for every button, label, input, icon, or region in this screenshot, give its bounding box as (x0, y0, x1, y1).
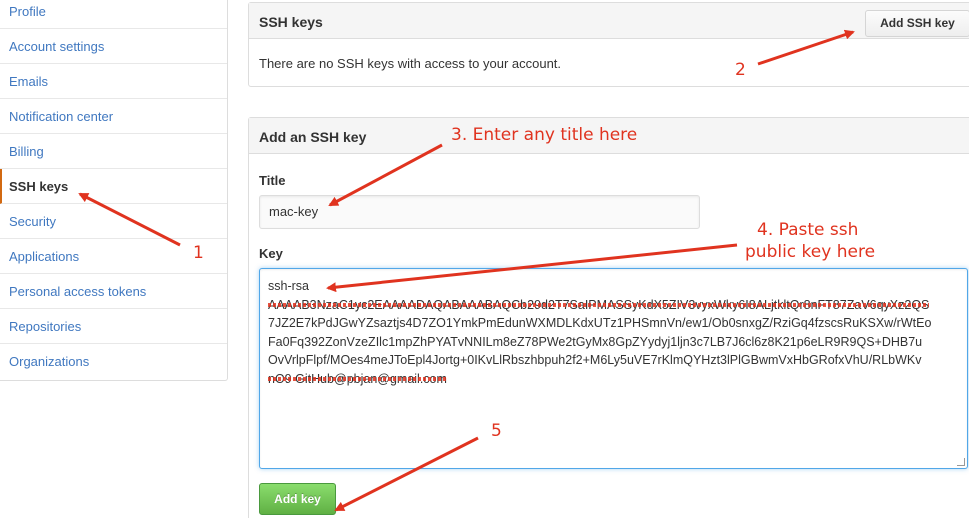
key-textarea[interactable]: ssh-rsa AAAAB3NzaC1yc2EAAAADAQABAAABAQCb… (259, 268, 968, 469)
redacted-text: AAAAB3NzaC1yc2EAAAADAQABAAABAQCb29d2T7Sa… (268, 296, 930, 315)
annotation-step4-line2: public key here (745, 242, 876, 262)
key-line: ssh-rsa (268, 279, 309, 293)
resize-handle-icon[interactable] (957, 458, 965, 466)
sidebar-item-notification-center[interactable]: Notification center (0, 99, 227, 134)
annotation-step1: 1 (193, 243, 204, 263)
ssh-keys-panel: SSH keys Add SSH key There are no SSH ke… (248, 2, 969, 87)
key-line: AAAAB3NzaC1yc2EAAAADAQABAAABAQCb29d2T7Sa… (268, 296, 959, 315)
add-key-button[interactable]: Add key (259, 483, 336, 515)
sidebar-item-organizations[interactable]: Organizations (0, 344, 227, 379)
key-line: 7JZ2E7kPdJGwYZsaztjs4D7ZO1YmkPmEdunWXMDL… (268, 316, 932, 330)
annotation-step4-line1: 4. Paste ssh (757, 220, 859, 240)
annotation-step2: 2 (735, 60, 746, 80)
sidebar-item-ssh-keys[interactable]: SSH keys (0, 169, 227, 204)
annotation-step5: 5 (491, 421, 502, 441)
sidebar-item-account-settings[interactable]: Account settings (0, 29, 227, 64)
sidebar-item-repositories[interactable]: Repositories (0, 309, 227, 344)
annotation-step3: 3. Enter any title here (451, 125, 638, 145)
sidebar-item-personal-access-tokens[interactable]: Personal access tokens (0, 274, 227, 309)
sidebar-item-profile[interactable]: Profile (0, 0, 227, 29)
settings-sidebar: Profile Account settings Emails Notifica… (0, 0, 228, 381)
key-line: nO9 GitHub@pbjan@gmail.com (268, 370, 959, 389)
key-line: Fa0Fq392ZonVzeZIlc1mpZhPYATvNNILm8eZ78PW… (268, 334, 923, 349)
title-input[interactable]: mac-key (259, 195, 700, 229)
sidebar-item-emails[interactable]: Emails (0, 64, 227, 99)
no-keys-message: There are no SSH keys with access to you… (259, 56, 562, 71)
redacted-text: nO9 GitHub@pbjan@gmail.com (268, 370, 447, 389)
add-ssh-key-panel: Add an SSH key Title mac-key Key ssh-rsa… (248, 117, 969, 518)
key-line: OvVrlpFlpf/MOes4meJToEpl4Jortg+0IKvLlRbs… (268, 353, 922, 367)
sidebar-item-billing[interactable]: Billing (0, 134, 227, 169)
title-label: Title (259, 173, 286, 188)
key-label: Key (259, 246, 283, 261)
sidebar-item-security[interactable]: Security (0, 204, 227, 239)
add-ssh-key-button[interactable]: Add SSH key (865, 10, 969, 37)
add-ssh-key-title: Add an SSH key (259, 129, 367, 145)
ssh-keys-title: SSH keys (259, 14, 323, 30)
ssh-keys-header: SSH keys Add SSH key (249, 3, 969, 39)
